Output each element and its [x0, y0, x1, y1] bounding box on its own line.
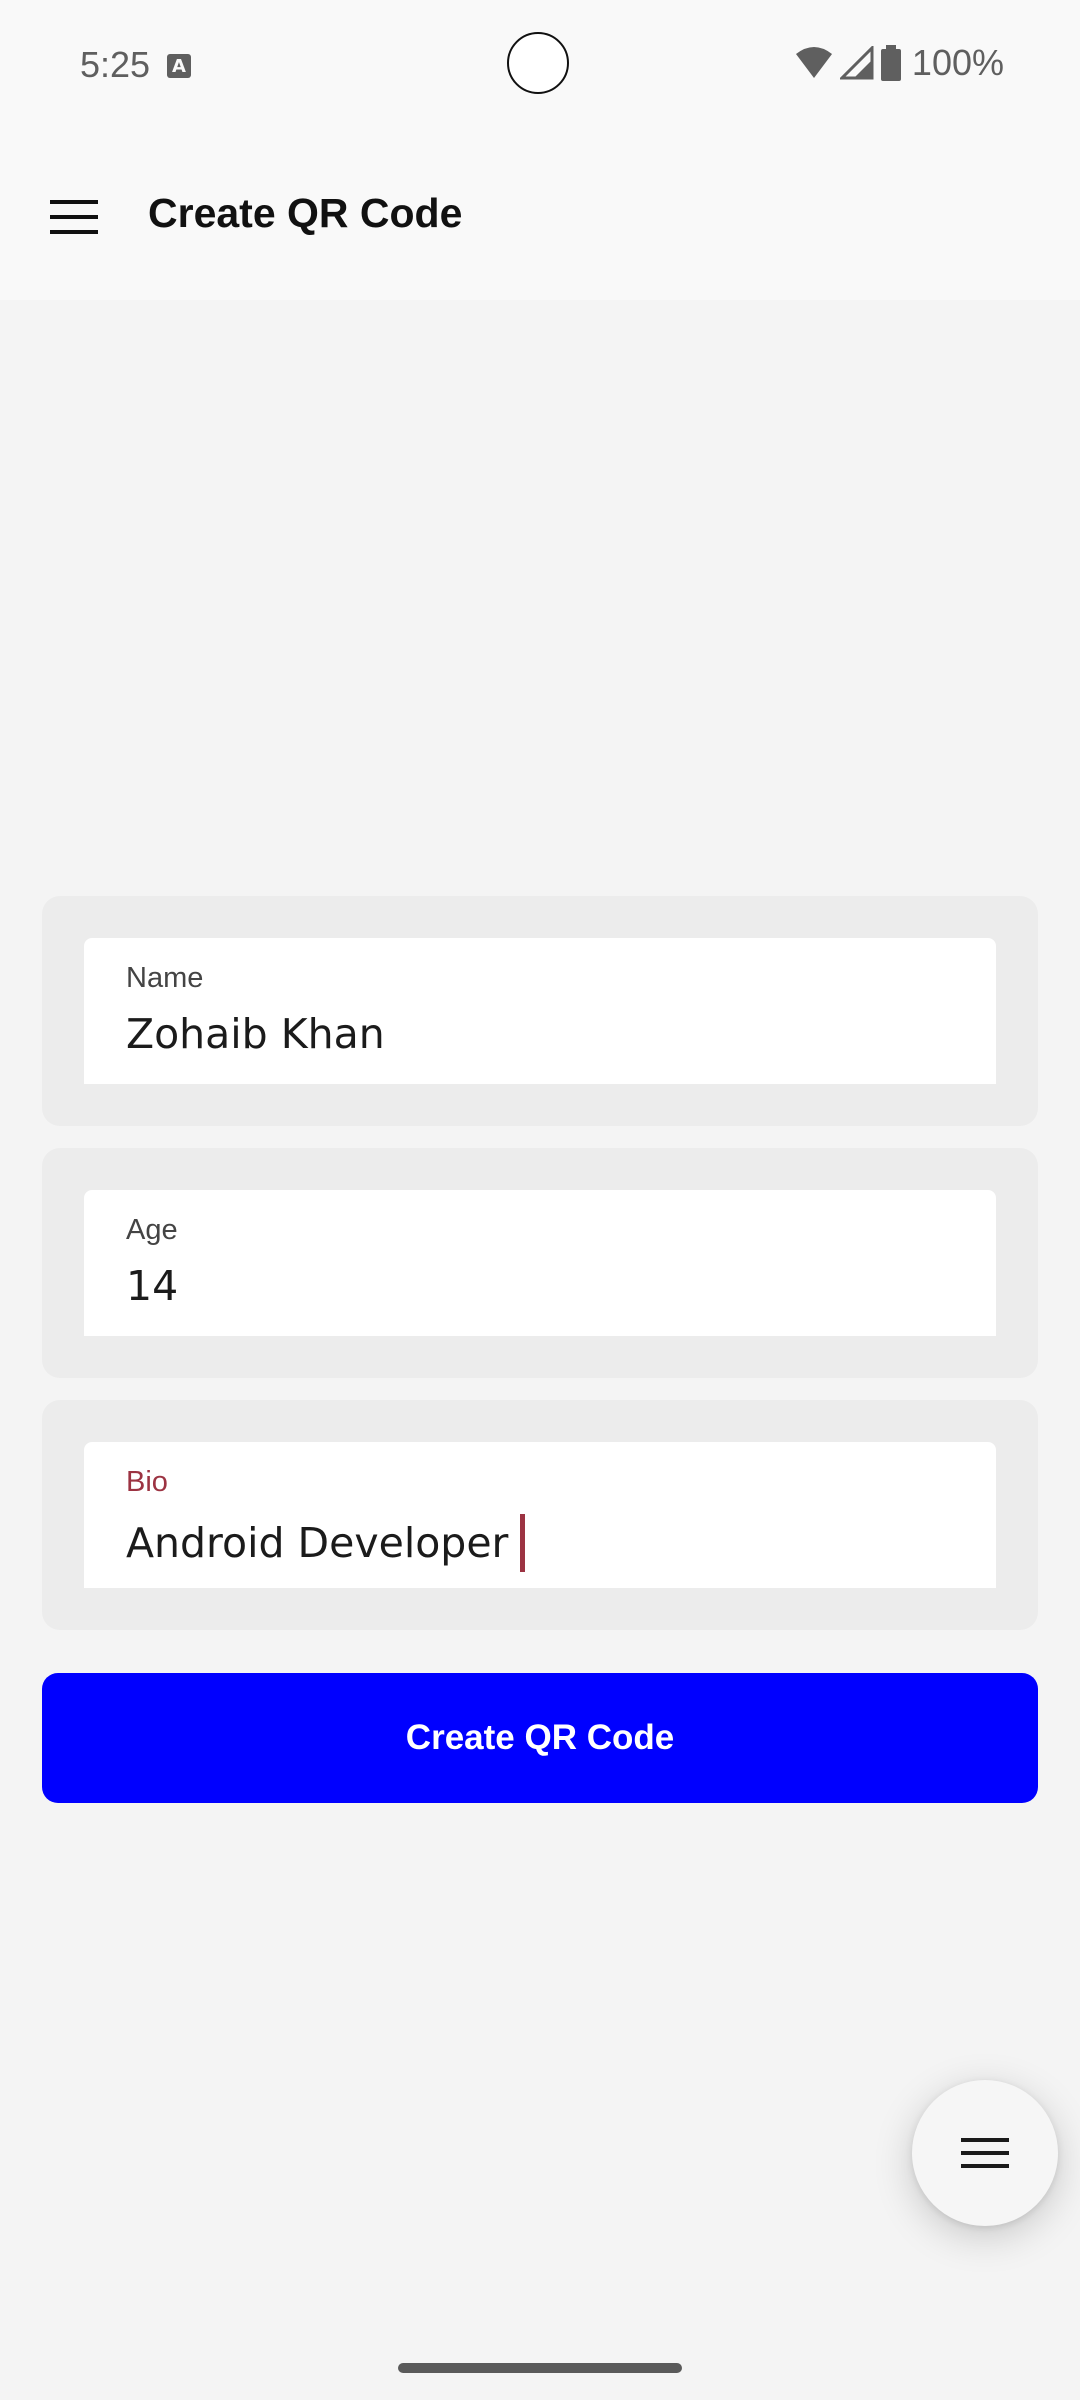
- text-cursor: [520, 1514, 526, 1572]
- menu-fab[interactable]: [912, 2080, 1058, 2226]
- status-bar: 5:25 A 100%: [0, 0, 1080, 130]
- bio-field-text: Android Developer: [126, 1519, 509, 1567]
- bio-field-label: Bio: [126, 1466, 168, 1498]
- name-field-card: Name Zohaib Khan: [42, 896, 1038, 1126]
- navigation-menu-button[interactable]: [40, 182, 110, 252]
- bio-field-value[interactable]: Android Developer: [126, 1514, 526, 1572]
- name-field-value[interactable]: Zohaib Khan: [126, 1010, 385, 1058]
- age-field-text: 14: [126, 1262, 179, 1310]
- battery-icon: [880, 45, 901, 81]
- age-field[interactable]: Age 14: [84, 1190, 996, 1336]
- age-field-value[interactable]: 14: [126, 1262, 178, 1310]
- wifi-icon: [795, 47, 832, 78]
- name-field-text: Zohaib Khan: [126, 1010, 385, 1058]
- create-qr-code-button[interactable]: Create QR Code: [42, 1673, 1038, 1803]
- bio-field-card: Bio Android Developer: [42, 1400, 1038, 1630]
- status-time: 5:25: [80, 44, 151, 85]
- status-icons: 100%: [794, 38, 1004, 88]
- cell-signal-icon: [839, 46, 874, 80]
- home-gesture-handle[interactable]: [398, 2363, 682, 2373]
- name-field[interactable]: Name Zohaib Khan: [84, 938, 996, 1084]
- front-camera-cutout: [507, 32, 569, 94]
- bio-field[interactable]: Bio Android Developer: [84, 1442, 996, 1588]
- top-app-bar: Create QR Code: [0, 130, 1080, 300]
- name-field-label: Name: [126, 962, 204, 994]
- battery-percentage: 100%: [911, 42, 1004, 83]
- age-field-card: Age 14: [42, 1148, 1038, 1378]
- age-field-label: Age: [126, 1214, 178, 1246]
- hamburger-menu-icon: [961, 2138, 1009, 2168]
- hamburger-menu-icon: [50, 200, 98, 234]
- a-text-icon: A: [167, 54, 191, 78]
- page-title: Create QR Code: [148, 190, 463, 236]
